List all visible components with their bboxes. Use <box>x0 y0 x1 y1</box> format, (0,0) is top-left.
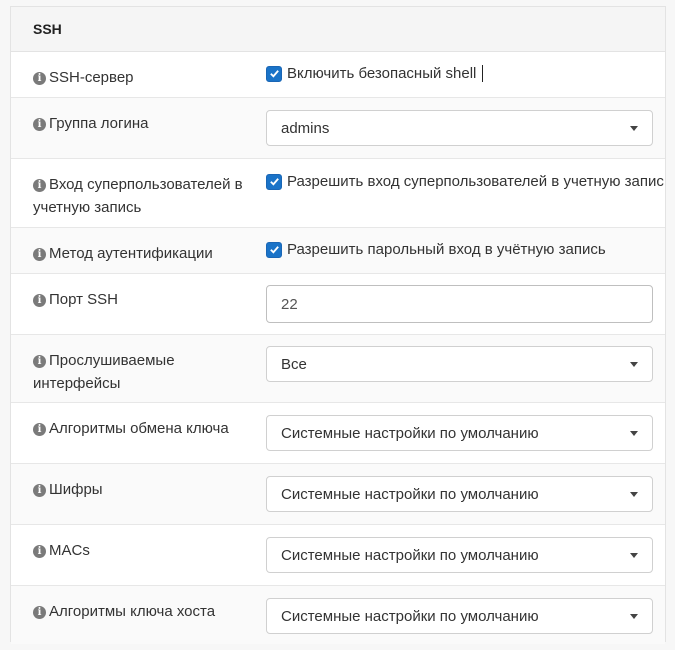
row-ssh-port: i Порт SSH 22 <box>11 274 665 335</box>
text-cursor <box>482 65 484 82</box>
info-icon[interactable]: i <box>33 179 46 192</box>
auth-method-label: i Метод аутентификации <box>33 242 253 265</box>
section-title: SSH <box>11 7 665 52</box>
root-login-checkbox[interactable]: Разрешить вход суперпользователей в учет… <box>266 173 664 190</box>
info-icon[interactable]: i <box>33 72 46 85</box>
ssh-server-label: i SSH-сервер <box>33 66 253 89</box>
row-root-login: i Вход суперпользователей в учетную запись… <box>11 159 665 228</box>
host-key-algorithms-select[interactable]: Системные настройки по умолчанию <box>266 598 653 634</box>
row-kex-algorithms: i Алгоритмы обмена ключа Системные настро… <box>11 403 665 464</box>
info-icon[interactable]: i <box>33 545 46 558</box>
login-group-select[interactable]: admins <box>266 110 653 146</box>
checkmark-icon[interactable] <box>266 65 282 82</box>
kex-algorithms-select[interactable]: Системные настройки по умолчанию <box>266 415 653 451</box>
kex-algorithms-label: i Алгоритмы обмена ключа <box>33 417 253 440</box>
row-ciphers: i Шифры Системные настройки по умолчанию <box>11 464 665 525</box>
ssh-server-checkbox[interactable]: Включить безопасный shell <box>266 65 653 82</box>
ssh-port-label: i Порт SSH <box>33 288 253 311</box>
macs-label: i MACs <box>33 539 253 562</box>
caret-down-icon <box>630 613 638 619</box>
info-icon[interactable]: i <box>33 118 46 131</box>
ssh-port-input[interactable]: 22 <box>266 285 653 323</box>
caret-down-icon <box>630 361 638 367</box>
row-login-group: i Группа логина admins <box>11 98 665 159</box>
ciphers-select[interactable]: Системные настройки по умолчанию <box>266 476 653 512</box>
row-host-key-algorithms: i Алгоритмы ключа хоста Системные настрой… <box>11 586 665 644</box>
info-icon[interactable]: i <box>33 484 46 497</box>
listen-interfaces-label: i Прослушиваемые интерфейсы <box>33 352 175 392</box>
row-ssh-server: i SSH-сервер Включить безопасный shell <box>11 52 665 98</box>
ciphers-label: i Шифры <box>33 478 253 501</box>
row-listen-interfaces: i Прослушиваемые интерфейсы Все <box>11 335 665 403</box>
ssh-settings-panel: SSH i SSH-сервер Включить безопасный shel… <box>10 6 666 644</box>
caret-down-icon <box>630 430 638 436</box>
auth-method-checkbox[interactable]: Разрешить парольный вход в учётную запис… <box>266 241 653 258</box>
checkmark-icon[interactable] <box>266 173 282 190</box>
login-group-label: i Группа логина <box>33 112 253 135</box>
info-icon[interactable]: i <box>33 423 46 436</box>
row-auth-method: i Метод аутентификации Разрешить парольны… <box>11 228 665 274</box>
caret-down-icon <box>630 491 638 497</box>
checkmark-icon[interactable] <box>266 241 282 258</box>
caret-down-icon <box>630 552 638 558</box>
row-macs: i MACs Системные настройки по умолчанию <box>11 525 665 586</box>
info-icon[interactable]: i <box>33 248 46 261</box>
info-icon[interactable]: i <box>33 355 46 368</box>
macs-select[interactable]: Системные настройки по умолчанию <box>266 537 653 573</box>
listen-interfaces-select[interactable]: Все <box>266 346 653 382</box>
host-key-algorithms-label: i Алгоритмы ключа хоста <box>33 600 253 623</box>
root-login-label: i Вход суперпользователей в учетную запись <box>33 176 243 216</box>
info-icon[interactable]: i <box>33 294 46 307</box>
caret-down-icon <box>630 125 638 131</box>
info-icon[interactable]: i <box>33 606 46 619</box>
